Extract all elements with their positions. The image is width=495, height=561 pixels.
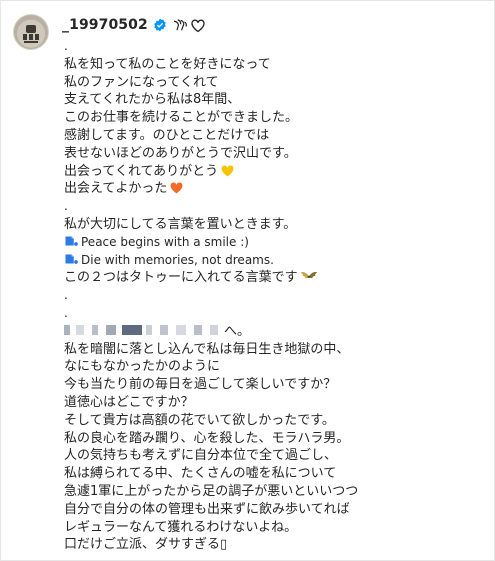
caption-line: 私のファンになってくれて [64,74,219,90]
wings-icon [300,272,317,279]
caption-line: このお仕事を続けることができました。 [64,110,299,126]
caption-line: 口だけご立派、ダサすぎる▯ [64,537,228,553]
caption-line: . [64,39,68,53]
yellow-heart-icon [221,165,234,176]
caption-line: 私を暗闇に落とし込んで私は毎日生き地獄の中、 [64,341,350,357]
caption-text: Die with memories, not dreams. [81,252,274,267]
profile-avatar[interactable] [13,14,49,50]
caption-text: Peace begins with a smile :) [81,234,249,249]
username[interactable]: _19970502 [62,17,148,33]
caption-line: . [64,305,68,320]
music-note-icon [65,236,78,246]
caption-line: 急遽1軍に上がったから足の調子が悪いといいつつ [64,483,359,499]
redacted-name-mosaic [64,324,224,335]
wing-hands-icon [173,19,187,31]
caption-line: . [64,288,68,303]
caption-line: そして貴方は高額の花でいて欲しかったです。 [64,412,335,428]
caption-line-with-emoji: この２つはタトゥーに入れてる言葉です [64,269,484,287]
orange-heart-icon [170,182,183,194]
caption-line: 感謝してます。のひとことだけでは [64,127,270,143]
caption-line-with-emoji: Peace begins with a smile :) [64,234,484,252]
caption-line-with-emoji: 出会ってくれてありがとう [64,163,484,181]
caption-line: 私が大切にしてる言葉を置いときます。 [64,216,297,232]
caption-text: 出会ってくれてありがとう [64,163,219,179]
caption-line: 自分で自分の体の管理も出来ずに飲み歩いてれば [64,501,350,517]
caption-line: 私は縛られてる中、たくさんの嘘を私について [64,466,337,482]
caption-line: 私の良心を踏み躙り、心を殺した、モラハラ男。 [64,430,350,446]
caption-line: なにもなかったかのように [64,359,221,375]
music-note-icon [65,254,78,264]
post-caption: . 私を知って私のことを好きになって 私のファンになってくれて 支えてくれたから… [64,38,484,554]
post-header: _19970502 [62,15,206,35]
caption-line: 支えてくれたから私は8年間、 [64,92,241,108]
caption-text: へ。 [224,323,251,339]
caption-line-with-emoji: Die with memories, not dreams. [64,252,484,270]
caption-text: 出会えてよかった [64,181,168,197]
caption-line: . [64,199,68,214]
caption-line-with-emoji: 出会えてよかった [64,180,484,198]
caption-line: 表せないほどのありがとうで沢山です。 [64,145,297,161]
caption-text: この２つはタトゥーに入れてる言葉です [64,270,298,286]
caption-line: 今も当たり前の毎日を過ごして楽しいですか？ [64,377,337,393]
verified-badge-icon [154,18,166,32]
heart-outline-icon[interactable] [190,18,206,33]
caption-line: 人の気持ちも考えずに自分本位で全て過ごし、 [64,448,338,464]
caption-line: 道徳心はどこですか？ [64,394,194,410]
caption-line-redacted: へ。 [64,323,484,341]
caption-line: レギュラーなんて獲れるわけないよね。 [64,519,298,535]
caption-line: 私を知って私のことを好きになって [64,56,271,72]
